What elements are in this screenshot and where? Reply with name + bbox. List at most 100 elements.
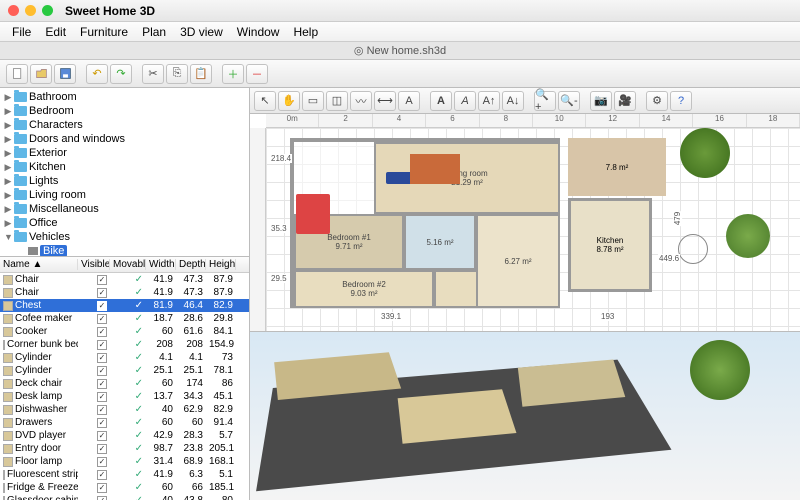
visible-checkbox[interactable]: ✓ bbox=[97, 314, 107, 324]
pan-tool[interactable]: ✋ bbox=[278, 91, 300, 111]
menu-furniture[interactable]: Furniture bbox=[80, 25, 128, 39]
furniture-row[interactable]: Desk lamp✓✓13.734.345.1 bbox=[0, 390, 249, 403]
visible-checkbox[interactable]: ✓ bbox=[97, 470, 107, 480]
furniture-rug[interactable] bbox=[410, 154, 460, 184]
furniture-row[interactable]: Chair✓✓41.947.387.9 bbox=[0, 273, 249, 286]
room-kitchen[interactable]: Kitchen8.78 m² bbox=[568, 198, 652, 292]
undo-button[interactable]: ↶ bbox=[86, 64, 108, 84]
paste-button[interactable]: 📋 bbox=[190, 64, 212, 84]
open-button[interactable] bbox=[30, 64, 52, 84]
furniture-row[interactable]: Cofee maker✓✓18.728.629.8 bbox=[0, 312, 249, 325]
select-tool[interactable]: ↖ bbox=[254, 91, 276, 111]
prefs-button[interactable]: ⚙ bbox=[646, 91, 668, 111]
catalog-folder[interactable]: ▶ Doors and windows bbox=[0, 132, 249, 146]
menu-file[interactable]: File bbox=[12, 25, 31, 39]
photo-button[interactable]: 📷 bbox=[590, 91, 612, 111]
polyline-tool[interactable]: 〰 bbox=[350, 91, 372, 111]
furniture-list[interactable]: Name ▲ Visible Movable Width Depth Heigh… bbox=[0, 256, 249, 500]
visible-checkbox[interactable]: ✓ bbox=[97, 301, 107, 311]
zoom-in-button[interactable]: 🔍+ bbox=[534, 91, 556, 111]
furniture-row[interactable]: Glassdoor cabinet✓✓4043.880 bbox=[0, 494, 249, 500]
plant-tree-2[interactable] bbox=[726, 214, 770, 258]
room-tool[interactable]: ◫ bbox=[326, 91, 348, 111]
menu-window[interactable]: Window bbox=[237, 25, 280, 39]
new-button[interactable] bbox=[6, 64, 28, 84]
room-terrace[interactable]: 7.8 m² bbox=[568, 138, 666, 196]
visible-checkbox[interactable]: ✓ bbox=[97, 379, 107, 389]
text-italic[interactable]: A bbox=[454, 91, 476, 111]
menu-help[interactable]: Help bbox=[293, 25, 318, 39]
compass-icon[interactable] bbox=[678, 234, 708, 264]
3d-view[interactable] bbox=[250, 332, 800, 500]
catalog-folder[interactable]: ▶ Miscellaneous bbox=[0, 202, 249, 216]
furniture-row[interactable]: Cylinder✓✓4.14.173 bbox=[0, 351, 249, 364]
furniture-row[interactable]: Chair✓✓41.947.387.9 bbox=[0, 286, 249, 299]
visible-checkbox[interactable]: ✓ bbox=[97, 405, 107, 415]
visible-checkbox[interactable]: ✓ bbox=[97, 431, 107, 441]
cut-button[interactable]: ✂ bbox=[142, 64, 164, 84]
visible-checkbox[interactable]: ✓ bbox=[97, 444, 107, 454]
zoom-out-button[interactable]: 🔍- bbox=[558, 91, 580, 111]
redo-button[interactable]: ↷ bbox=[110, 64, 132, 84]
col-name[interactable]: Name ▲ bbox=[0, 259, 78, 270]
menu-edit[interactable]: Edit bbox=[45, 25, 66, 39]
catalog-item[interactable]: Bike bbox=[0, 244, 249, 256]
col-visible[interactable]: Visible bbox=[78, 259, 110, 270]
furniture-row[interactable]: Chest✓✓81.946.482.9 bbox=[0, 299, 249, 312]
text-bold[interactable]: A bbox=[430, 91, 452, 111]
furniture-row[interactable]: Cooker✓✓6061.684.1 bbox=[0, 325, 249, 338]
catalog-folder[interactable]: ▶ Bedroom bbox=[0, 104, 249, 118]
room-bedroom2[interactable]: Bedroom #29.03 m² bbox=[294, 270, 434, 308]
menu-plan[interactable]: Plan bbox=[142, 25, 166, 39]
add-furniture-button[interactable]: ＋ bbox=[222, 64, 244, 84]
plant-tree-1[interactable] bbox=[680, 128, 730, 178]
col-depth[interactable]: Depth bbox=[176, 259, 206, 270]
visible-checkbox[interactable]: ✓ bbox=[97, 418, 107, 428]
wall-tool[interactable]: ▭ bbox=[302, 91, 324, 111]
visible-checkbox[interactable]: ✓ bbox=[97, 340, 107, 350]
visible-checkbox[interactable]: ✓ bbox=[97, 366, 107, 376]
visible-checkbox[interactable]: ✓ bbox=[97, 275, 107, 285]
visible-checkbox[interactable]: ✓ bbox=[97, 457, 107, 467]
close-button[interactable] bbox=[8, 5, 19, 16]
visible-checkbox[interactable]: ✓ bbox=[97, 483, 107, 493]
save-button[interactable] bbox=[54, 64, 76, 84]
catalog-tree[interactable]: ▶ Bathroom▶ Bedroom▶ Characters▶ Doors a… bbox=[0, 88, 249, 256]
room-hall[interactable]: 6.27 m² bbox=[476, 214, 560, 308]
catalog-folder[interactable]: ▶ Lights bbox=[0, 174, 249, 188]
plan-view[interactable]: 0m24681012141618 Living room21.29 m² Bed… bbox=[250, 114, 800, 332]
furniture-row[interactable]: Cylinder✓✓25.125.178.1 bbox=[0, 364, 249, 377]
delete-button[interactable]: － bbox=[246, 64, 268, 84]
label-tool[interactable]: A bbox=[398, 91, 420, 111]
room-small[interactable] bbox=[434, 270, 478, 308]
copy-button[interactable]: ⎘ bbox=[166, 64, 188, 84]
col-width[interactable]: Width bbox=[146, 259, 176, 270]
dimension-tool[interactable]: ⟷ bbox=[374, 91, 396, 111]
visible-checkbox[interactable]: ✓ bbox=[97, 392, 107, 402]
catalog-folder[interactable]: ▼ Vehicles bbox=[0, 230, 249, 244]
furniture-row[interactable]: Floor lamp✓✓31.468.9168.1 bbox=[0, 455, 249, 468]
menu-3dview[interactable]: 3D view bbox=[180, 25, 223, 39]
text-smaller[interactable]: A↓ bbox=[502, 91, 524, 111]
catalog-folder[interactable]: ▶ Bathroom bbox=[0, 90, 249, 104]
catalog-folder[interactable]: ▶ Kitchen bbox=[0, 160, 249, 174]
furniture-row[interactable]: Deck chair✓✓6017486 bbox=[0, 377, 249, 390]
catalog-folder[interactable]: ▶ Exterior bbox=[0, 146, 249, 160]
minimize-button[interactable] bbox=[25, 5, 36, 16]
help-button[interactable]: ? bbox=[670, 91, 692, 111]
visible-checkbox[interactable]: ✓ bbox=[97, 327, 107, 337]
catalog-folder[interactable]: ▶ Characters bbox=[0, 118, 249, 132]
visible-checkbox[interactable]: ✓ bbox=[97, 496, 107, 500]
room-bath[interactable]: 5.16 m² bbox=[404, 214, 476, 270]
document-tab[interactable]: ◎ New home.sh3d bbox=[0, 42, 800, 60]
zoom-button[interactable] bbox=[42, 5, 53, 16]
furniture-bed[interactable] bbox=[296, 194, 330, 234]
furniture-row[interactable]: DVD player✓✓42.928.35.7 bbox=[0, 429, 249, 442]
visible-checkbox[interactable]: ✓ bbox=[97, 288, 107, 298]
video-button[interactable]: 🎥 bbox=[614, 91, 636, 111]
furniture-row[interactable]: Drawers✓✓606091.4 bbox=[0, 416, 249, 429]
furniture-row[interactable]: Fridge & Freezer✓✓6066185.1 bbox=[0, 481, 249, 494]
catalog-folder[interactable]: ▶ Office bbox=[0, 216, 249, 230]
col-movable[interactable]: Movable bbox=[110, 259, 146, 270]
furniture-row[interactable]: Corner bunk bed✓✓208208154.9 bbox=[0, 338, 249, 351]
